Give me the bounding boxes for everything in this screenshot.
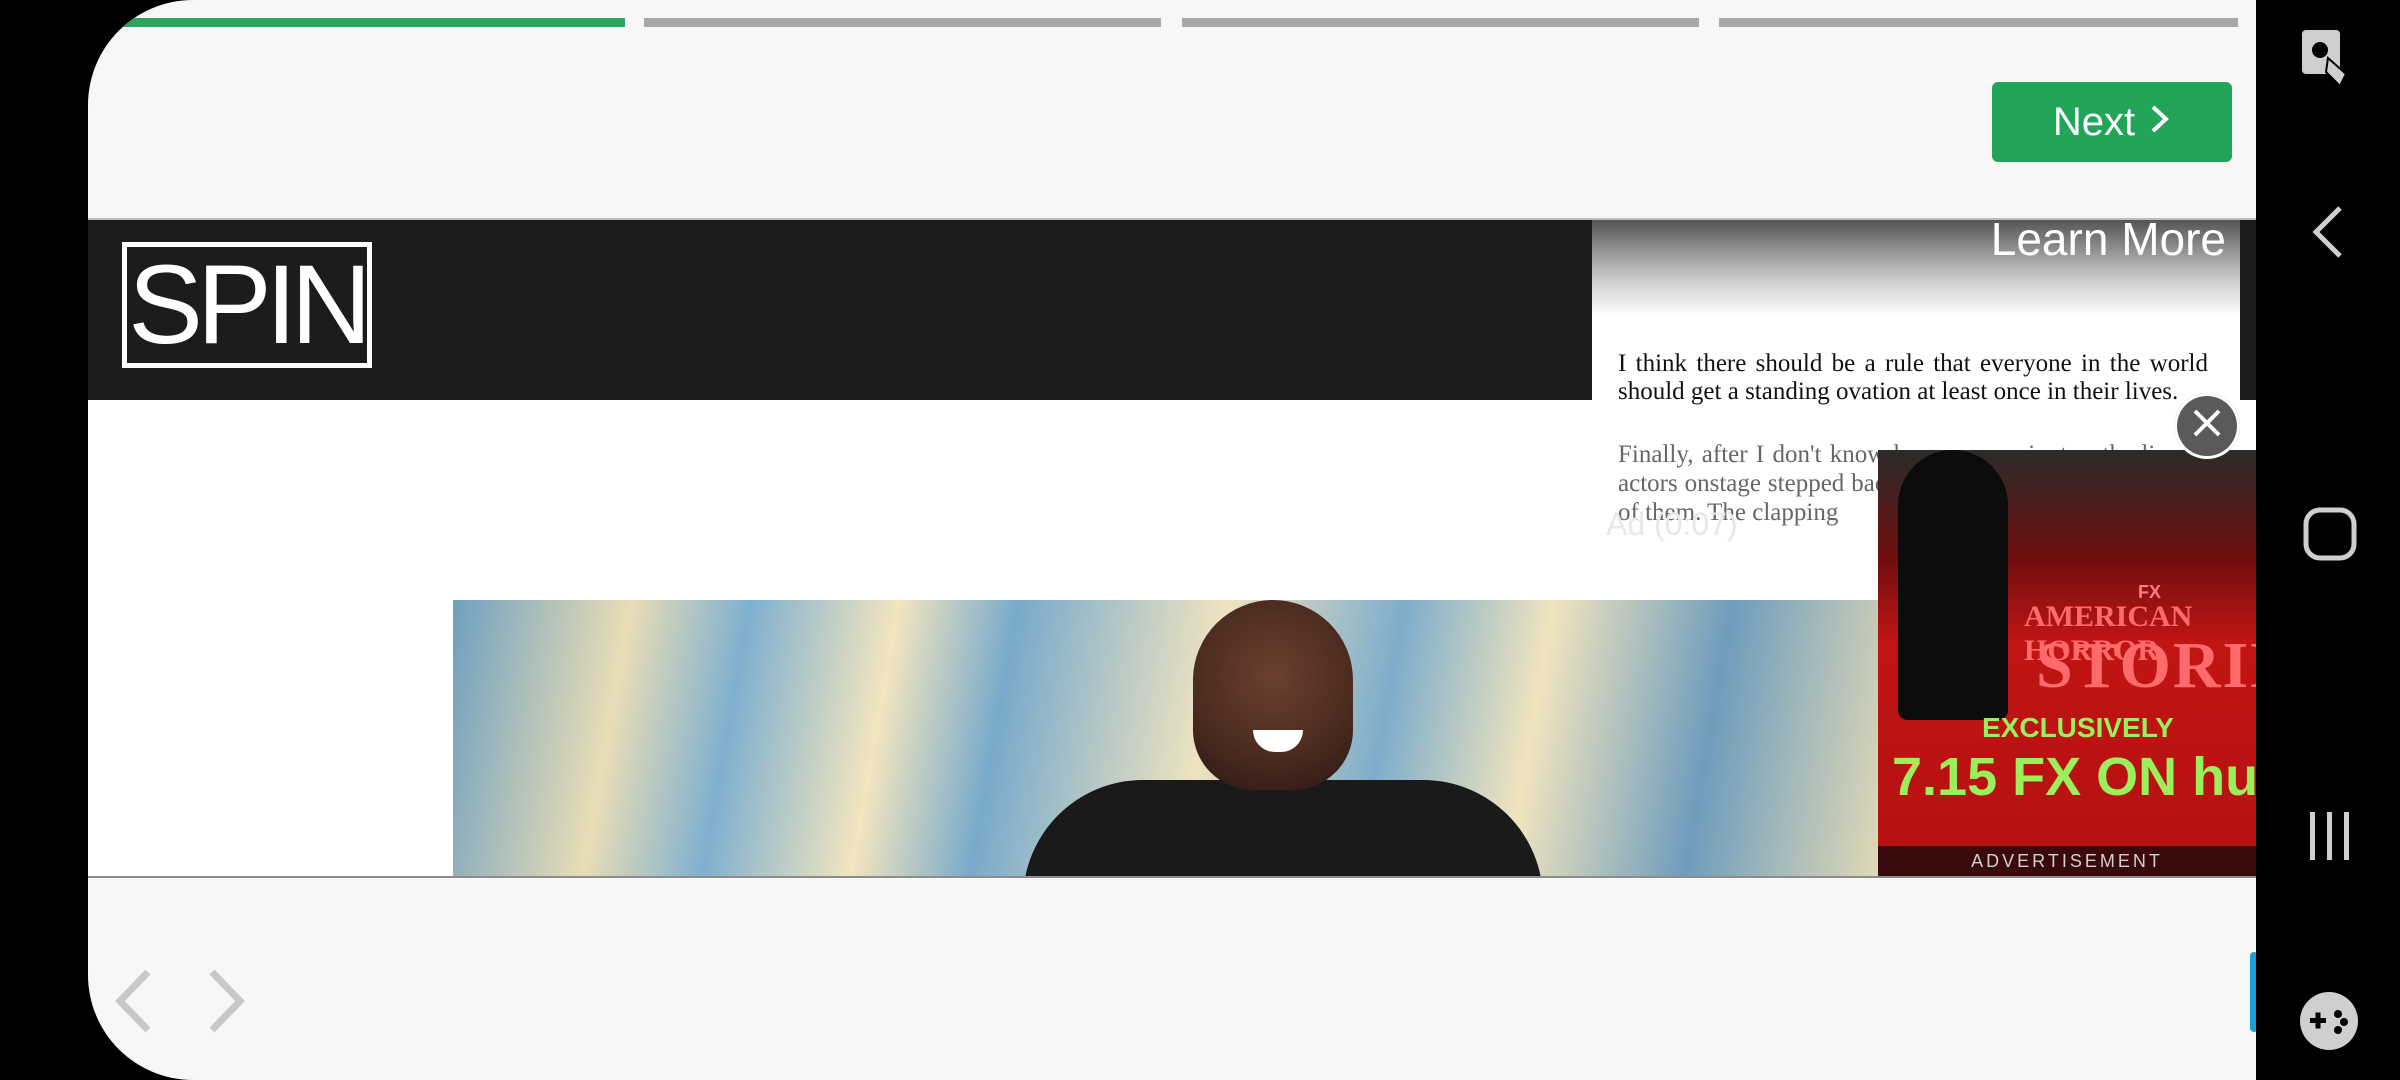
- play-info-icon: [2250, 952, 2256, 1032]
- ad-title-line2: STORIES: [2036, 629, 2256, 702]
- next-button[interactable]: Next: [1992, 82, 2232, 162]
- progress-segment-4: [1719, 18, 2238, 27]
- ad-date-line: 7.15 FX ON hulu: [1892, 747, 2256, 807]
- ad-timer: Ad (0:07): [1606, 506, 1738, 542]
- webview-content: SPIN Learn More I think there should be …: [88, 218, 2256, 878]
- hero-body-shape: [1023, 780, 1543, 876]
- progress-segment-3: [1182, 18, 1699, 27]
- system-nav-bar: [2256, 0, 2400, 1080]
- chevron-right-icon: [2149, 100, 2171, 145]
- ad-figure-shape: [1898, 450, 2008, 720]
- next-button-label: Next: [2052, 99, 2136, 144]
- hero-person-shape: [1193, 600, 1353, 790]
- advertisement-label: ADVERTISEMENT: [1878, 846, 2256, 876]
- close-icon: [2190, 401, 2224, 451]
- close-ad-button[interactable]: [2174, 393, 2240, 459]
- accessibility-touch-icon[interactable]: [2300, 28, 2356, 93]
- hero-image[interactable]: [453, 600, 1893, 876]
- progress-segment-1: [108, 18, 625, 27]
- system-back-icon[interactable]: [2308, 204, 2348, 265]
- ad-exclusively: EXCLUSIVELY: [1982, 712, 2174, 743]
- ad-quote-text: I think there should be a rule that ever…: [1618, 350, 2208, 405]
- brand-logo-button[interactable]: [2246, 950, 2256, 1034]
- back-button[interactable]: [112, 966, 156, 1048]
- spin-logo[interactable]: SPIN: [122, 242, 372, 368]
- forward-button[interactable]: [204, 966, 248, 1048]
- app-screen: Next SPIN Learn More I think there shoul…: [88, 0, 2256, 1080]
- chevron-left-icon: [115, 969, 151, 1033]
- ad-card-gradient: Learn More: [1592, 220, 2240, 315]
- system-home-icon[interactable]: [2302, 506, 2358, 567]
- learn-more-link[interactable]: Learn More: [1991, 220, 2226, 266]
- progress-segment-2: [644, 18, 1161, 27]
- game-tools-icon[interactable]: [2298, 990, 2360, 1057]
- banner-ad[interactable]: FX AMERICAN HORROR STORIES EXCLUSIVELY 7…: [1878, 450, 2256, 876]
- chevron-right-icon: [209, 969, 245, 1033]
- system-recents-icon[interactable]: [2306, 810, 2354, 867]
